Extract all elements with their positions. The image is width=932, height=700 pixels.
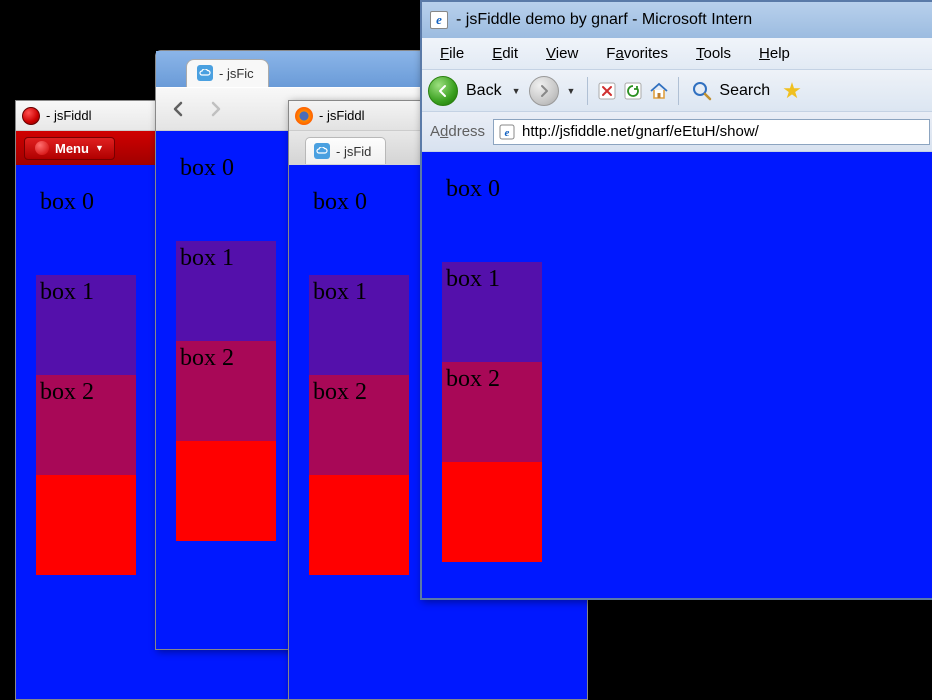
search-icon	[691, 80, 713, 102]
home-button[interactable]	[648, 80, 670, 102]
opera-window-title: - jsFiddl	[46, 108, 92, 123]
firefox-window-title: - jsFiddl	[319, 108, 365, 123]
box: box 0	[36, 185, 136, 265]
box	[442, 462, 542, 562]
page-favicon-icon: e	[498, 123, 516, 141]
box	[309, 475, 409, 575]
chrome-tabstrip: - jsFic	[156, 51, 454, 87]
ie-address-bar: Address e http://jsfiddle.net/gnarf/eEtu…	[422, 112, 932, 152]
box: box 2	[309, 375, 409, 475]
box: box 0	[176, 151, 276, 231]
chrome-tab[interactable]: - jsFic	[186, 59, 269, 87]
box	[176, 441, 276, 541]
ie-logo-icon: e	[430, 11, 448, 29]
stop-button[interactable]	[596, 80, 618, 102]
forward-button[interactable]	[529, 76, 559, 106]
ie-window: e - jsFiddle demo by gnarf - Microsoft I…	[420, 0, 932, 600]
opera-mini-logo-icon	[35, 141, 49, 155]
search-label: Search	[719, 82, 770, 100]
ie-titlebar: e - jsFiddle demo by gnarf - Microsoft I…	[422, 2, 932, 38]
ie-menubar: File Edit View Favorites Tools Help	[422, 38, 932, 70]
ie-window-title: - jsFiddle demo by gnarf - Microsoft Int…	[456, 11, 752, 29]
opera-menu-button[interactable]: Menu ▼	[24, 137, 115, 160]
ie-viewport: box 0 box 1 box 2	[422, 152, 932, 598]
favorites-button[interactable]: ★	[782, 78, 802, 104]
address-input[interactable]: e http://jsfiddle.net/gnarf/eEtuH/show/	[493, 119, 930, 145]
opera-logo-icon	[22, 107, 40, 125]
separator	[678, 77, 679, 105]
box	[36, 475, 136, 575]
menu-view[interactable]: View	[534, 41, 590, 66]
back-dropdown-icon[interactable]: ▼	[508, 86, 525, 96]
chevron-down-icon: ▼	[95, 143, 104, 153]
forward-dropdown-icon[interactable]: ▼	[563, 86, 580, 96]
menu-file[interactable]: File	[428, 41, 476, 66]
back-label: Back	[466, 82, 502, 100]
ie-toolbar: Back ▼ ▼ Search ★	[422, 70, 932, 112]
forward-button[interactable]	[202, 96, 228, 122]
jsfiddle-favicon-icon	[314, 143, 330, 159]
address-url-text: http://jsfiddle.net/gnarf/eEtuH/show/	[522, 123, 759, 140]
box: box 2	[176, 341, 276, 441]
search-button[interactable]: Search	[691, 80, 770, 102]
jsfiddle-favicon-icon	[197, 65, 213, 81]
chrome-tab-title: - jsFic	[219, 66, 254, 81]
separator	[587, 77, 588, 105]
refresh-button[interactable]	[622, 80, 644, 102]
back-button[interactable]	[428, 76, 458, 106]
svg-text:e: e	[505, 127, 510, 139]
back-button[interactable]	[166, 96, 192, 122]
firefox-tab-title: - jsFid	[336, 144, 371, 159]
opera-menu-label: Menu	[55, 141, 89, 156]
box: box 1	[176, 241, 276, 341]
box: box 1	[309, 275, 409, 375]
menu-edit[interactable]: Edit	[480, 41, 530, 66]
box: box 1	[442, 262, 542, 362]
firefox-logo-icon	[295, 107, 313, 125]
menu-help[interactable]: Help	[747, 41, 802, 66]
box: box 2	[442, 362, 542, 462]
menu-tools[interactable]: Tools	[684, 41, 743, 66]
box: box 1	[36, 275, 136, 375]
box: box 0	[442, 172, 542, 252]
address-label: Address	[430, 123, 485, 140]
box: box 2	[36, 375, 136, 475]
box: box 0	[309, 185, 409, 265]
firefox-tab[interactable]: - jsFid	[305, 137, 386, 164]
menu-favorites[interactable]: Favorites	[594, 41, 680, 66]
